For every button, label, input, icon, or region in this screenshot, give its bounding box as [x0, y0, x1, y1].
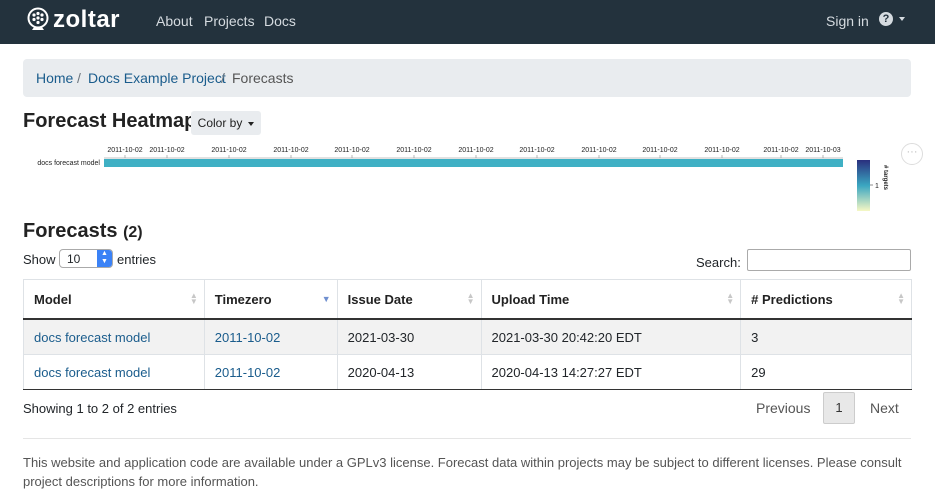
heatmap-tick-label: 2011-10-02 [581, 147, 616, 154]
sort-icon: ▲ ▼ [466, 291, 475, 306]
more-options-button[interactable]: ··· [901, 143, 923, 165]
column-header-label: # Predictions [751, 291, 833, 307]
chevron-down-icon [248, 121, 255, 126]
heatmap-tick-label: 2011-10-02 [334, 147, 369, 154]
chevron-down-icon [899, 17, 905, 21]
column-header-timezero[interactable]: Timezero ▼ [203, 279, 338, 320]
timezero-link[interactable]: 2011-10-02 [215, 365, 281, 380]
column-header-upload-time[interactable]: Upload Time ▲ ▼ [480, 279, 742, 320]
colorbar [857, 160, 870, 211]
heatmap-tick-label: 2011-10-03 [805, 147, 840, 154]
previous-page-button[interactable]: Previous [756, 400, 810, 416]
heatmap-tick-label: 2011-10-02 [396, 147, 431, 154]
zoltar-logo-icon [27, 7, 49, 30]
model-link[interactable]: docs forecast model [34, 330, 150, 345]
footer-divider [23, 438, 911, 439]
nav-docs-link[interactable]: Docs [264, 13, 296, 29]
table-info: Showing 1 to 2 of 2 entries [23, 401, 177, 416]
sort-icon: ▲ ▼ [726, 291, 735, 306]
heatmap-tick-label: 2011-10-02 [149, 147, 184, 154]
table-row: docs forecast model 2011-10-02 2021-03-3… [23, 318, 912, 355]
cell-upload-time: 2021-03-30 20:42:20 EDT [480, 318, 742, 355]
breadcrumb-project-link[interactable]: Docs Example Project [88, 70, 226, 86]
brand[interactable]: zoltar [25, 6, 120, 34]
navbar: zoltar About Projects Docs Sign in ? [0, 0, 935, 44]
heatmap-tick-labels: 2011-10-02 2011-10-02 2011-10-02 2011-10-02… [107, 147, 840, 154]
heatmap-tick-marks [124, 155, 824, 158]
heatmap-tick-label: 2011-10-02 [458, 147, 493, 154]
breadcrumb: Home / Docs Example Project / Forecasts [23, 59, 911, 97]
breadcrumb-home-link[interactable]: Home [36, 70, 73, 86]
heatmap-row-label: docs forecast model [37, 160, 100, 167]
show-label: Show [23, 252, 56, 267]
page-size-select[interactable]: 10 ▲ ▼ [59, 249, 113, 268]
column-header-label: Model [34, 291, 72, 307]
page-1-button[interactable]: 1 [823, 392, 855, 424]
column-header-predictions[interactable]: # Predictions ▲ ▼ [740, 279, 912, 320]
forecasts-count: (2) [123, 224, 143, 241]
next-page-button[interactable]: Next [870, 400, 899, 416]
footer-text: This website and application code are av… [23, 455, 902, 489]
sort-icon: ▲ ▼ [897, 291, 905, 306]
colorbar-title: # targets [882, 165, 888, 191]
timezero-link[interactable]: 2011-10-02 [215, 330, 281, 345]
model-link[interactable]: docs forecast model [34, 365, 150, 380]
cell-model: docs forecast model [23, 318, 205, 355]
cell-model: docs forecast model [23, 354, 205, 390]
table-header-row: Model ▲ ▼ Timezero ▼ Issue Date ▲ ▼ Upload Ti… [23, 279, 912, 320]
heatmap-title: Forecast Heatmap [23, 110, 197, 132]
page-size-value: 10 [67, 252, 81, 266]
forecasts-table: Model ▲ ▼ Timezero ▼ Issue Date ▲ ▼ Upload Ti… [23, 279, 912, 390]
heatmap-tick-label: 2011-10-02 [642, 147, 677, 154]
color-by-label: Color by [197, 116, 243, 130]
heatmap-tick-label: 2011-10-02 [704, 147, 739, 154]
table-row: docs forecast model 2011-10-02 2020-04-1… [23, 354, 912, 390]
sort-desc-icon: ▼ [321, 294, 331, 304]
cell-predictions: 29 [740, 354, 912, 390]
help-dropdown[interactable]: ? [879, 12, 905, 26]
nav-about-link[interactable]: About [156, 13, 193, 29]
sign-in-link[interactable]: Sign in [826, 13, 869, 29]
brand-name: zoltar [53, 6, 121, 33]
nav-projects-link[interactable]: Projects [204, 13, 255, 29]
breadcrumb-separator: / [221, 70, 225, 86]
search-label: Search: [696, 255, 741, 270]
cell-predictions: 3 [740, 318, 912, 355]
column-header-label: Timezero [214, 291, 272, 307]
heatmap-tick-label: 2011-10-02 [763, 147, 798, 154]
heatmap-tick-label: 2011-10-02 [519, 147, 554, 154]
heatmap-tick-label: 2011-10-02 [107, 147, 142, 154]
heatmap-tick-label: 2011-10-02 [211, 147, 246, 154]
cell-timezero: 2011-10-02 [203, 354, 338, 390]
column-header-issue-date[interactable]: Issue Date ▲ ▼ [336, 279, 482, 320]
heatmap-cell[interactable] [104, 159, 843, 167]
colorbar-tick-label: 1 [875, 183, 879, 190]
color-by-dropdown[interactable]: Color by [191, 111, 261, 135]
cell-issue-date: 2021-03-30 [336, 318, 482, 355]
entries-label: entries [117, 252, 157, 267]
breadcrumb-current: Forecasts [232, 70, 294, 86]
breadcrumb-separator: / [77, 70, 81, 86]
cell-upload-time: 2020-04-13 14:27:27 EDT [480, 354, 742, 390]
column-header-model[interactable]: Model ▲ ▼ [23, 279, 205, 320]
column-header-label: Upload Time [491, 291, 570, 307]
forecasts-title: Forecasts (2) [23, 220, 143, 243]
heatmap-tick-label: 2011-10-02 [273, 147, 308, 154]
column-header-label: Issue Date [347, 291, 413, 307]
forecast-heatmap: 2011-10-02 2011-10-02 2011-10-02 2011-10-02… [37, 147, 888, 211]
sort-icon: ▲ ▼ [189, 291, 198, 306]
forecasts-title-text: Forecasts [23, 220, 118, 242]
cell-issue-date: 2020-04-13 [336, 354, 482, 390]
cell-timezero: 2011-10-02 [203, 318, 338, 355]
help-icon: ? [879, 12, 893, 26]
select-arrows-icon: ▲ ▼ [97, 250, 112, 267]
search-input[interactable] [747, 249, 911, 271]
